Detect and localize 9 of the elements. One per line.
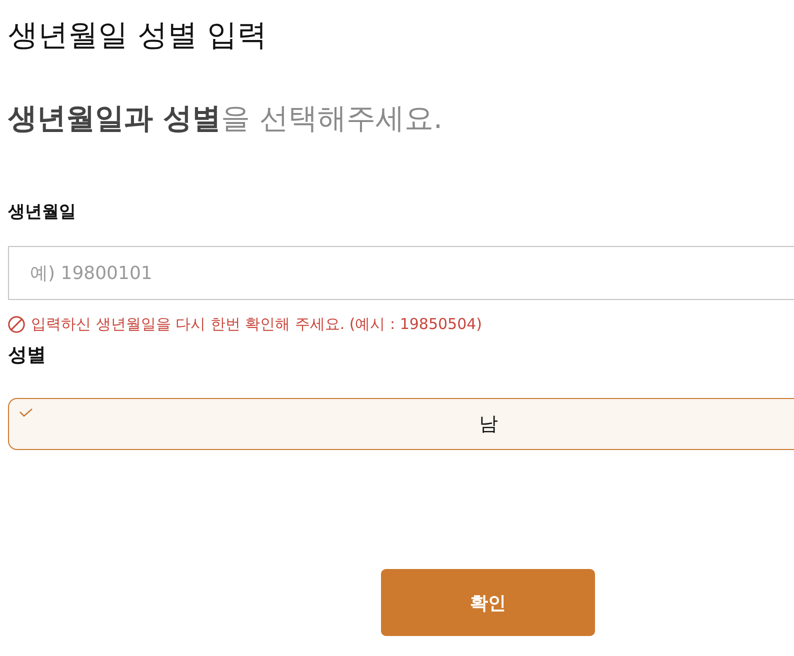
input-field[interactable]: 예) 19800101 xyxy=(8,246,794,300)
page-title: 생년월일 성별 입력 xyxy=(8,17,268,55)
error-message: 입력하신 생년월일을 다시 한번 확인해 주세요. (예시 : 19850504) xyxy=(31,314,482,335)
field-label: 성별 xyxy=(8,343,46,367)
gender-option[interactable]: 남 xyxy=(8,398,794,450)
instruction-text: 생년월일과 성별을 선택해주세요. xyxy=(8,100,443,137)
check-icon xyxy=(19,408,33,417)
prohibited-icon xyxy=(8,316,25,332)
field-label: 생년월일 xyxy=(8,201,76,224)
